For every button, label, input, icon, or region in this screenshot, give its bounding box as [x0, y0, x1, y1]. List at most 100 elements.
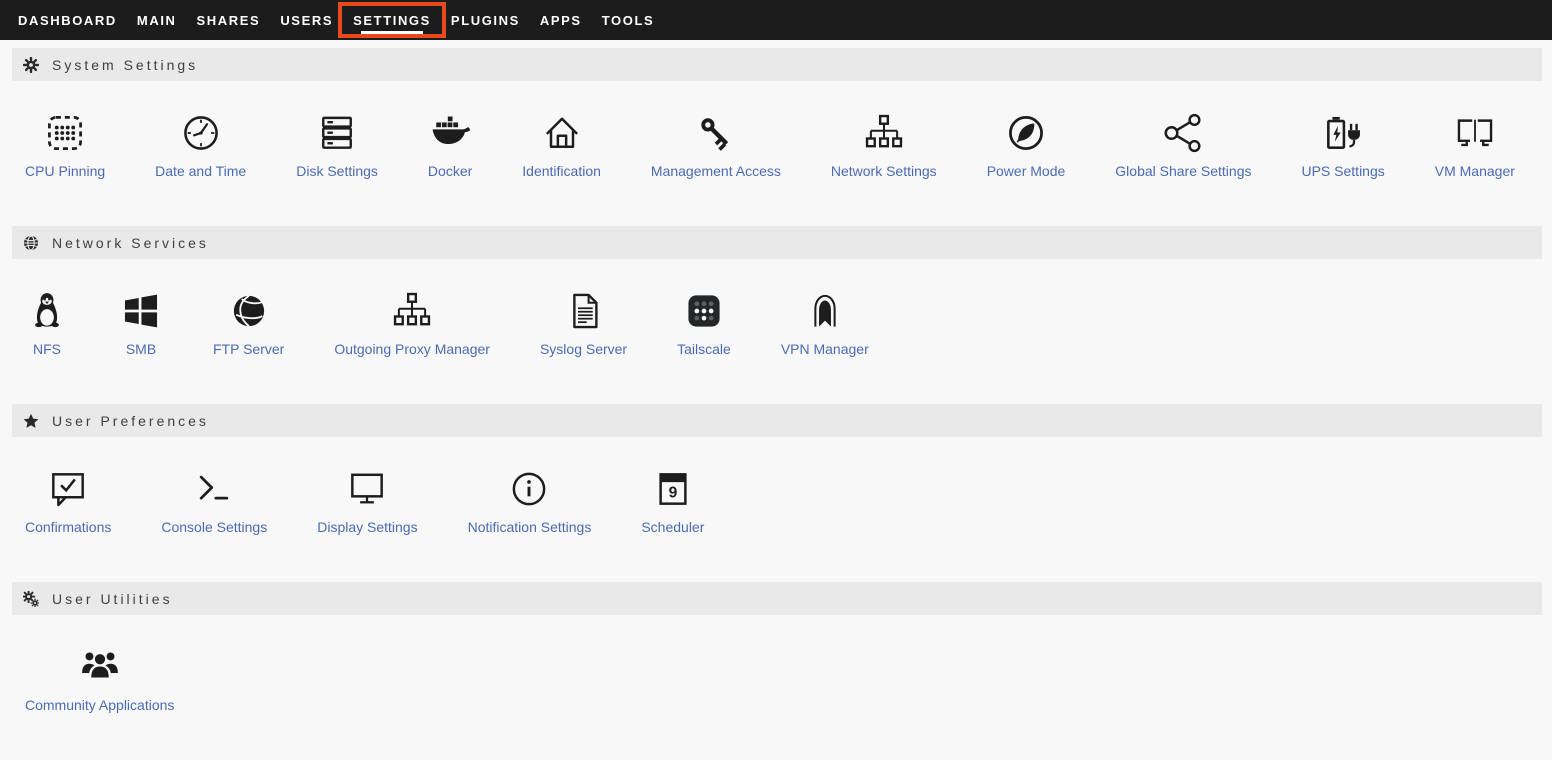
- globe-solid-icon: [227, 288, 271, 334]
- nav-item-label: SHARES: [197, 13, 261, 28]
- item-label: Confirmations: [25, 519, 111, 535]
- nav-item-label: PLUGINS: [451, 13, 520, 28]
- svg-text:9: 9: [669, 485, 678, 502]
- item-label: Community Applications: [25, 697, 174, 713]
- item-syslog-server[interactable]: Syslog Server: [515, 288, 652, 357]
- item-label: CPU Pinning: [25, 163, 105, 179]
- item-label: Docker: [428, 163, 472, 179]
- share-nodes-icon: [1161, 110, 1205, 156]
- leaf-circle-icon: [1004, 110, 1048, 156]
- item-vpn-manager[interactable]: VPN Manager: [756, 288, 894, 357]
- section-system-settings: System Settings CPU Pinning Date and Time D…: [0, 48, 1552, 226]
- item-disk-settings[interactable]: Disk Settings: [271, 110, 403, 179]
- chat-check-icon: [46, 466, 90, 512]
- item-scheduler[interactable]: 9 Scheduler: [616, 466, 729, 535]
- nav-item-label: SETTINGS: [353, 13, 431, 28]
- globe-icon: [23, 235, 39, 251]
- item-notification-settings[interactable]: Notification Settings: [443, 466, 617, 535]
- item-label: Notification Settings: [468, 519, 592, 535]
- item-label: SMB: [126, 341, 156, 357]
- section-network-services: Network Services NFS SMB FTP Server Outgoing…: [0, 226, 1552, 404]
- nav-item-tools[interactable]: TOOLS: [593, 0, 664, 40]
- item-label: Console Settings: [161, 519, 267, 535]
- item-vm-manager[interactable]: VM Manager: [1410, 110, 1540, 179]
- star-icon: [23, 413, 39, 429]
- tux-penguin-icon: [25, 288, 69, 334]
- item-label: FTP Server: [213, 341, 284, 357]
- item-label: Display Settings: [317, 519, 417, 535]
- sitemap-icon: [862, 110, 906, 156]
- nav-item-label: TOOLS: [602, 13, 655, 28]
- calendar-icon: 9: [651, 466, 695, 512]
- section-items: CPU Pinning Date and Time Disk Settings Doc…: [0, 81, 1552, 179]
- item-network-settings[interactable]: Network Settings: [806, 110, 962, 179]
- item-console-settings[interactable]: Console Settings: [136, 466, 292, 535]
- item-community-applications[interactable]: Community Applications: [0, 644, 199, 713]
- item-label: Identification: [522, 163, 601, 179]
- settings-page: System Settings CPU Pinning Date and Time D…: [0, 48, 1552, 760]
- section-title: User Utilities: [52, 591, 173, 607]
- section-user-preferences: User Preferences Confirmations Console Set…: [0, 404, 1552, 582]
- item-label: VPN Manager: [781, 341, 869, 357]
- section-title: User Preferences: [52, 413, 209, 429]
- document-icon: [562, 288, 606, 334]
- battery-plug-icon: [1321, 110, 1365, 156]
- item-label: Global Share Settings: [1115, 163, 1251, 179]
- section-header-user-preferences: User Preferences: [12, 404, 1542, 437]
- nav-item-shares[interactable]: SHARES: [188, 0, 270, 40]
- nav-item-dashboard[interactable]: DASHBOARD: [9, 0, 126, 40]
- clock-icon: [179, 110, 223, 156]
- item-smb[interactable]: SMB: [94, 288, 188, 357]
- section-user-utilities: User Utilities Community Applications: [0, 582, 1552, 760]
- gear-icon: [23, 57, 39, 73]
- nav-item-main[interactable]: MAIN: [128, 0, 186, 40]
- item-confirmations[interactable]: Confirmations: [0, 466, 136, 535]
- section-header-network-services: Network Services: [12, 226, 1542, 259]
- cpu-pinning-icon: [43, 110, 87, 156]
- item-management-access[interactable]: Management Access: [626, 110, 806, 179]
- item-ups-settings[interactable]: UPS Settings: [1276, 110, 1409, 179]
- section-items: Confirmations Console Settings Display Set…: [0, 437, 1552, 535]
- item-label: Power Mode: [987, 163, 1066, 179]
- item-label: Date and Time: [155, 163, 246, 179]
- item-label: NFS: [33, 341, 61, 357]
- vpn-arch-icon: [803, 288, 847, 334]
- item-label: UPS Settings: [1301, 163, 1384, 179]
- section-items: NFS SMB FTP Server Outgoing Proxy Manager Sy…: [0, 259, 1552, 357]
- gears-icon: [23, 591, 39, 607]
- disk-stack-icon: [315, 110, 359, 156]
- item-global-share-settings[interactable]: Global Share Settings: [1090, 110, 1276, 179]
- nav-item-label: USERS: [280, 13, 333, 28]
- item-label: Network Settings: [831, 163, 937, 179]
- item-label: Tailscale: [677, 341, 731, 357]
- item-display-settings[interactable]: Display Settings: [292, 466, 442, 535]
- item-docker[interactable]: Docker: [403, 110, 497, 179]
- item-identification[interactable]: Identification: [497, 110, 626, 179]
- item-cpu-pinning[interactable]: CPU Pinning: [0, 110, 130, 179]
- item-label: Syslog Server: [540, 341, 627, 357]
- terminal-icon: [192, 466, 236, 512]
- top-navbar: DASHBOARD MAIN SHARES USERS SETTINGS PLUGINS A…: [0, 0, 1552, 40]
- item-label: Outgoing Proxy Manager: [334, 341, 490, 357]
- tailscale-icon: [682, 288, 726, 334]
- section-header-system-settings: System Settings: [12, 48, 1542, 81]
- active-tab-underline: [361, 31, 422, 34]
- item-power-mode[interactable]: Power Mode: [962, 110, 1091, 179]
- item-label: Scheduler: [641, 519, 704, 535]
- item-ftp-server[interactable]: FTP Server: [188, 288, 309, 357]
- nav-item-users[interactable]: USERS: [271, 0, 342, 40]
- item-date-and-time[interactable]: Date and Time: [130, 110, 271, 179]
- section-title: Network Services: [52, 235, 209, 251]
- item-label: Management Access: [651, 163, 781, 179]
- item-outgoing-proxy-manager[interactable]: Outgoing Proxy Manager: [309, 288, 515, 357]
- nav-item-plugins[interactable]: PLUGINS: [442, 0, 529, 40]
- nav-item-label: MAIN: [137, 13, 177, 28]
- section-items: Community Applications: [0, 615, 1552, 713]
- item-nfs[interactable]: NFS: [0, 288, 94, 357]
- item-tailscale[interactable]: Tailscale: [652, 288, 756, 357]
- nav-item-apps[interactable]: APPS: [531, 0, 591, 40]
- key-icon: [694, 110, 738, 156]
- nav-item-settings[interactable]: SETTINGS: [344, 0, 440, 40]
- nav-item-label: APPS: [540, 13, 582, 28]
- home-icon: [540, 110, 584, 156]
